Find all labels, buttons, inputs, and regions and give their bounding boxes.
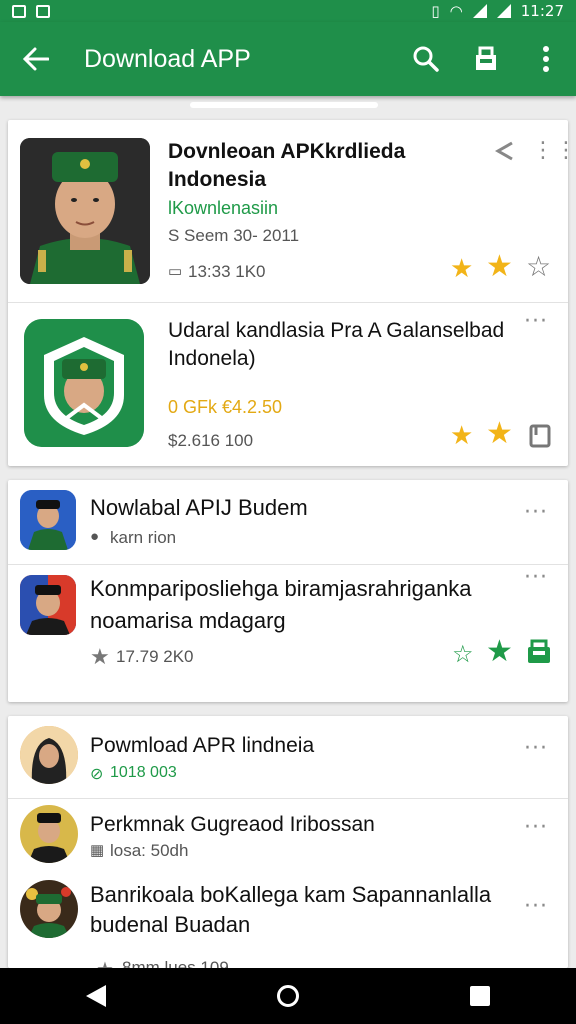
featured-card: Dovnleoan APKkrdlieda Indonesia lKownlen…: [8, 120, 568, 466]
avatar: [20, 880, 78, 938]
star-icon: ★: [450, 254, 474, 284]
more-horiz-icon[interactable]: ···: [524, 309, 548, 334]
star-icon: ★: [450, 421, 474, 451]
item-price: 0 GFk €4.2.50: [168, 397, 283, 417]
star-outline-icon[interactable]: ☆: [526, 253, 551, 281]
list-card-2: Powmload APR lindneia ⊘ 1018 003 ··· Per…: [8, 716, 568, 968]
avatar: [20, 575, 76, 635]
item-title: Banrikoala boKallega kam Sapannanlalla b…: [90, 882, 492, 937]
wifi-icon: ◠: [449, 2, 463, 20]
more-vert-icon[interactable]: [516, 22, 576, 96]
star-icon: ★: [96, 956, 114, 968]
item-stats: 17.79 2K0: [116, 647, 194, 666]
store-icon[interactable]: [526, 639, 552, 670]
star-icon: ★: [486, 634, 513, 669]
more-horiz-icon[interactable]: ···: [524, 736, 548, 761]
item-title: Powmload APR lindneia: [90, 734, 315, 757]
item-sub: 1018 003: [110, 764, 177, 781]
item-tag: lKownlenasiin: [168, 198, 279, 218]
list-card-1: Nowlabal APIJ Budem ● karn rion ··· Konm…: [8, 480, 568, 702]
featured-item-1[interactable]: Dovnleoan APKkrdlieda Indonesia lKownlen…: [8, 120, 568, 302]
more-horiz-icon[interactable]: ···: [524, 500, 548, 525]
gallery-notification-icon: [12, 4, 26, 18]
app-bar: Download APP: [0, 22, 576, 96]
share-icon[interactable]: [494, 140, 516, 167]
app-thumbnail: [20, 138, 150, 284]
system-nav-bar: [0, 968, 576, 1024]
avatar: [20, 805, 78, 863]
more-horiz-icon[interactable]: ···: [524, 894, 548, 919]
comment-icon: ▭: [168, 263, 183, 280]
item-title: Konmpariposliehga biramjasrahriganka noa…: [90, 576, 472, 633]
verified-icon: ⊘: [90, 766, 104, 783]
status-time: 11:27: [520, 2, 564, 20]
featured-item-2[interactable]: Udaral kandlasia Pra A Galanselbad Indon…: [8, 303, 568, 466]
star-icon: ★: [486, 416, 513, 451]
list-item[interactable]: Powmload APR lindneia ⊘ 1018 003 ···: [8, 716, 568, 798]
page-title: Download APP: [84, 44, 251, 73]
status-bar: ▯ ◠ 11:27: [0, 0, 576, 22]
bookmark-icon[interactable]: [528, 423, 552, 454]
search-icon[interactable]: [396, 22, 456, 96]
avatar: [20, 726, 78, 784]
signal-icon-2: [496, 4, 511, 18]
item-stats: 13:33 1K0: [188, 262, 266, 281]
more-horiz-icon[interactable]: ···: [524, 565, 548, 590]
item-sub: 8mm lues 109: [122, 958, 229, 968]
star-outline-icon: ☆: [452, 640, 474, 668]
nav-home-icon[interactable]: [276, 985, 299, 1007]
item-sub: karn rion: [110, 528, 177, 547]
vibrate-icon: ▯: [431, 2, 440, 20]
item-date: S Seem 30- 2011: [168, 226, 300, 245]
avatar: [20, 490, 76, 550]
arrow-left-icon[interactable]: [0, 22, 72, 96]
list-item[interactable]: Konmpariposliehga biramjasrahriganka noa…: [8, 565, 568, 702]
item-title: Nowlabal APIJ Budem: [90, 495, 308, 520]
item-stats: $2.616 100: [168, 431, 254, 450]
nav-recents-icon[interactable]: [470, 986, 491, 1006]
app-notification-icon: [36, 4, 50, 18]
signal-icon: [472, 4, 487, 18]
item-title: Udaral kandlasia Pra A Galanselbad Indon…: [168, 319, 505, 370]
location-icon: ●: [90, 528, 100, 545]
item-title: Perkmnak Gugreaod Iribossan: [90, 813, 375, 836]
list-item[interactable]: Banrikoala boKallega kam Sapannanlalla b…: [8, 876, 568, 968]
star-icon: ★: [90, 645, 110, 670]
item-sub: losa: 50dh: [110, 841, 189, 860]
drag-handle[interactable]: [190, 102, 378, 108]
drag-dots-icon[interactable]: ⋮⋮: [532, 138, 568, 163]
item-title: Dovnleoan APKkrdlieda Indonesia: [168, 140, 406, 191]
store-icon: ▦: [90, 842, 105, 859]
more-horiz-icon[interactable]: ···: [524, 815, 548, 840]
nav-back-icon[interactable]: [85, 985, 106, 1007]
app-logo-icon: [24, 319, 144, 447]
list-item[interactable]: Nowlabal APIJ Budem ● karn rion ···: [8, 480, 568, 564]
store-icon[interactable]: [456, 22, 516, 96]
star-icon: ★: [486, 249, 513, 284]
list-item[interactable]: Perkmnak Gugreaod Iribossan ▦ losa: 50dh…: [8, 799, 568, 875]
